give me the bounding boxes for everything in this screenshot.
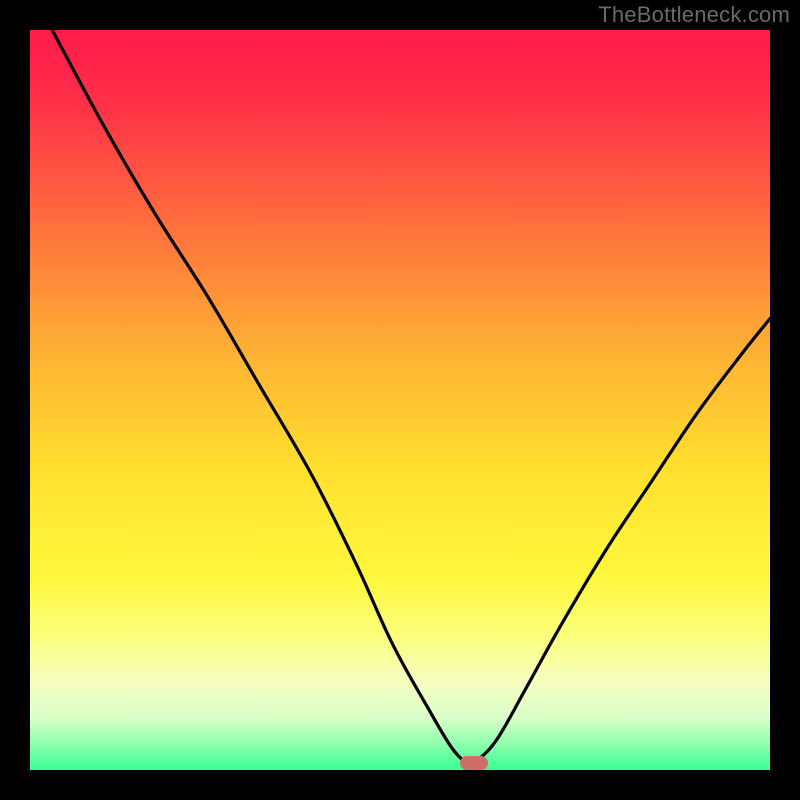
chart-frame: TheBottleneck.com: [0, 0, 800, 800]
bottleneck-curve: [30, 30, 770, 770]
plot-area: [30, 30, 770, 770]
optimal-point-marker: [460, 756, 488, 770]
watermark-text: TheBottleneck.com: [598, 2, 790, 28]
